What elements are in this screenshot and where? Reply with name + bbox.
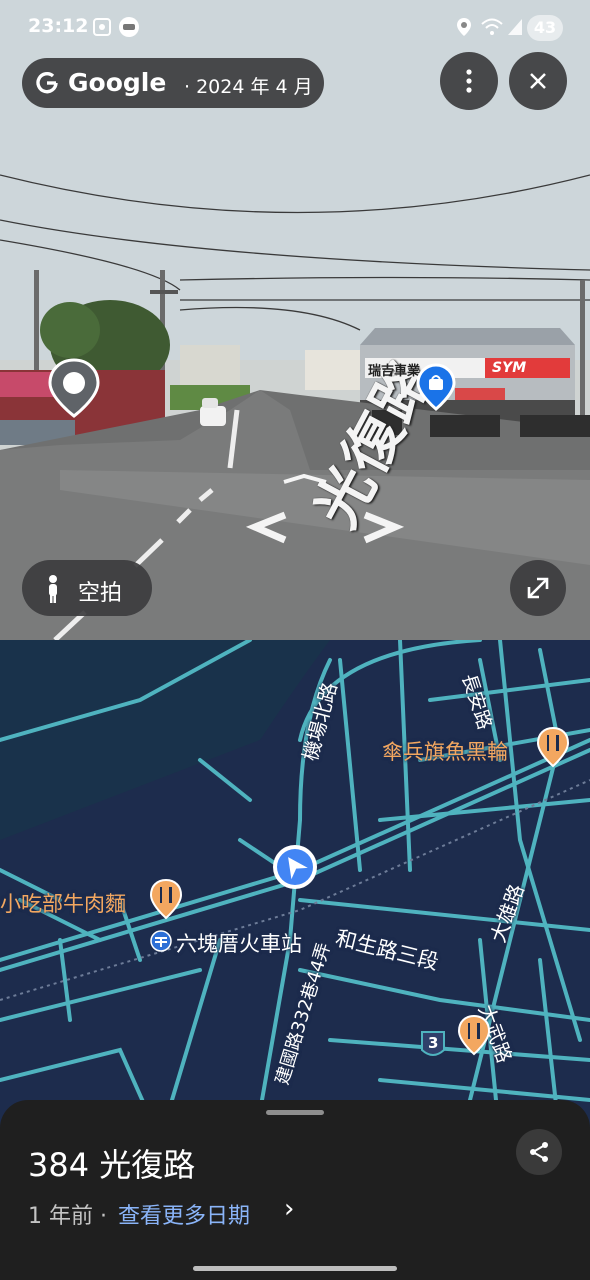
current-location-marker[interactable] <box>271 843 319 891</box>
brand-label: Google <box>68 68 167 97</box>
status-time: 23:12 <box>28 15 89 37</box>
poi-label-umbrella-fish[interactable]: 傘兵旗魚黑輪 <box>382 736 508 766</box>
poi-label-beef-noodle[interactable]: 小吃部牛肉麵 <box>0 888 126 918</box>
battery-indicator: 43 <box>527 15 563 41</box>
map-view[interactable]: 3 長安路 機場北路 和生路三段 大雄路 大武路 建國路332巷44弄 傘兵旗魚… <box>0 640 590 1140</box>
imagery-age: 1 年前 · <box>28 1204 107 1229</box>
more-vert-icon <box>466 69 472 93</box>
imagery-date: · 2024 年 4 月 <box>184 76 313 98</box>
road-chevron-overlay <box>245 511 405 544</box>
screenshot-icon <box>92 17 112 41</box>
train-station-icon[interactable] <box>150 930 172 956</box>
chevron-right-icon[interactable]: › <box>284 1194 294 1224</box>
bottom-sheet[interactable]: 384 光復路 1 年前 · 查看更多日期 › <box>0 1100 590 1280</box>
restaurant-icon[interactable] <box>536 726 570 772</box>
restaurant-icon[interactable] <box>149 878 183 924</box>
share-button[interactable] <box>516 1129 562 1175</box>
battery-level: 43 <box>533 18 557 37</box>
location-title: 384 光復路 <box>28 1146 196 1184</box>
shop-sign: 瑞吉車業 <box>368 364 421 379</box>
close-button[interactable] <box>509 52 567 110</box>
drag-handle[interactable] <box>266 1110 324 1115</box>
imagery-date-chip[interactable]: Google · 2024 年 4 月 <box>22 58 324 108</box>
photo-pin-marker[interactable] <box>48 358 100 418</box>
poi-label-station[interactable]: 六塊厝火車站 <box>176 928 302 958</box>
share-icon <box>530 1142 548 1162</box>
more-options-button[interactable] <box>440 52 498 110</box>
home-indicator <box>193 1266 397 1271</box>
aerial-label: 空拍 <box>78 581 123 606</box>
restaurant-icon[interactable] <box>457 1014 491 1060</box>
google-g-icon <box>34 70 60 100</box>
navigation-arrow-icon <box>273 845 317 889</box>
expand-button[interactable] <box>510 560 566 616</box>
signal-icon <box>506 17 524 41</box>
aerial-view-button[interactable]: 空拍 <box>22 560 152 616</box>
line-app-icon <box>118 16 140 42</box>
wifi-icon <box>480 17 504 41</box>
road-chevron-far <box>283 473 327 484</box>
expand-icon <box>527 577 549 599</box>
shop-marker[interactable] <box>416 363 456 411</box>
brand-sign: SYM <box>492 360 527 376</box>
see-more-dates-link[interactable]: 查看更多日期 <box>118 1198 250 1230</box>
close-icon <box>530 73 546 89</box>
pegman-icon <box>49 575 57 603</box>
route-badge-3: 3 <box>428 1034 439 1052</box>
location-status-icon <box>456 17 472 41</box>
